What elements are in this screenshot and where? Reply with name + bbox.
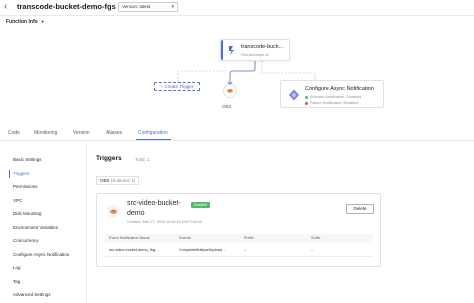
trigger-bucket-name[interactable]: src-video-bucket-demo <box>127 199 193 219</box>
page-header: ‹ transcode-bucket-demo-fgs Version: lat… <box>0 0 474 16</box>
function-node-accent <box>221 40 223 60</box>
status-badge: Enabled <box>191 202 210 208</box>
obs-logo-icon <box>110 209 117 214</box>
prefix-cell: -- <box>244 248 247 252</box>
table-header: Event Notification Name Events Prefix Su… <box>105 234 373 243</box>
sidebar-item-triggers[interactable]: Triggers <box>13 171 29 176</box>
sidebar-item-async-notification[interactable]: Configure Async Notification <box>13 252 69 257</box>
column-header: Event Notification Name <box>109 236 150 240</box>
back-arrow-icon[interactable]: ‹ <box>4 1 14 13</box>
function-node-sub: FunctionGraph v2 <box>241 53 269 57</box>
obs-trigger-node[interactable] <box>223 84 237 98</box>
async-failure-status: Failure Notification: Disabled <box>305 101 358 105</box>
page-title: transcode-bucket-demo-fgs <box>17 2 116 11</box>
functiongraph-icon <box>229 46 234 55</box>
suffix-cell: -- <box>311 248 314 252</box>
triggers-total: Total: 1 <box>135 157 150 162</box>
async-dashed-line <box>261 61 316 80</box>
async-notification-node[interactable]: Configure Async Notification Success Not… <box>280 80 384 108</box>
function-info-toggle[interactable]: Function Info ▼ <box>6 19 45 25</box>
version-select[interactable]: Version: latest ▾ <box>118 2 178 12</box>
async-notification-icon <box>289 89 299 101</box>
sidebar-active-indicator <box>9 170 10 178</box>
header-divider <box>0 15 474 16</box>
sidebar-item-disk-mounting[interactable]: Disk Mounting <box>13 211 42 216</box>
tab-configuration[interactable]: Configuration <box>138 130 168 136</box>
function-node-name: transcode-buck... <box>241 44 284 50</box>
async-failure-text: Failure Notification: Disabled <box>310 101 359 105</box>
async-success-status: Success Notification: Disabled <box>305 95 361 99</box>
table-row: src-video-bucket-demo_fhg... CompleteMul… <box>105 243 373 257</box>
connector-line <box>229 61 256 84</box>
tab-version[interactable]: Version <box>73 130 90 136</box>
sidebar-item-tag[interactable]: Tag <box>13 279 20 284</box>
version-select-value: Version: latest <box>122 4 151 9</box>
chevron-down-icon: ▾ <box>171 4 174 10</box>
function-diagram: transcode-buck... FunctionGraph v2 + Cre… <box>0 28 474 126</box>
sidebar-divider <box>86 143 87 303</box>
function-node[interactable]: transcode-buck... FunctionGraph v2 <box>220 39 290 61</box>
sidebar-item-advanced-settings[interactable]: Advanced Settings <box>13 292 51 297</box>
obs-section-tag: OBS (Subtotal: 1) <box>96 176 140 185</box>
tabs-divider <box>0 140 474 141</box>
sidebar-item-environment-variables[interactable]: Environment Variables <box>13 225 58 230</box>
obs-icon <box>227 89 233 93</box>
function-info-label: Function Info <box>6 19 38 25</box>
async-success-text: Success Notification: Disabled <box>310 95 362 99</box>
async-node-title: Configure Async Notification <box>305 86 374 92</box>
trigger-dashed-line <box>177 70 226 82</box>
success-dot-icon <box>305 95 308 99</box>
sidebar-item-permissions[interactable]: Permissions <box>13 184 38 189</box>
sidebar-item-basic-settings[interactable]: Basic Settings <box>13 157 42 162</box>
event-name-cell: src-video-bucket-demo_fhg... <box>109 248 159 252</box>
obs-section-label: OBS <box>100 178 110 183</box>
events-cell: CompleteMultipartUpload ... <box>179 248 227 252</box>
failure-dot-icon <box>305 101 308 105</box>
column-header: Prefix <box>244 236 254 240</box>
sidebar-item-vpc[interactable]: VPC <box>13 198 22 203</box>
tab-code[interactable]: Code <box>8 130 20 136</box>
obs-bucket-icon <box>107 205 120 218</box>
sidebar-item-concurrency[interactable]: Concurrency <box>13 238 39 243</box>
tab-monitoring[interactable]: Monitoring <box>34 130 57 136</box>
config-sidebar: Basic Settings Triggers Permissions VPC … <box>0 143 82 303</box>
tab-aliases[interactable]: Aliases <box>106 130 122 136</box>
delete-trigger-button[interactable]: Delete <box>346 204 374 214</box>
obs-node-label: OBS <box>222 104 232 109</box>
trigger-card: src-video-bucket-demo Enabled Created: M… <box>96 193 381 267</box>
event-notification-table: Event Notification Name Events Prefix Su… <box>105 234 373 257</box>
obs-section-count: (Subtotal: 1) <box>110 178 136 183</box>
create-trigger-button[interactable]: + Create Trigger <box>154 82 200 91</box>
trigger-created-time: Created: Mar 27, 2023 14:59:16 GMT+08:00 <box>127 220 203 224</box>
column-header: Suffix <box>311 236 321 240</box>
caret-down-icon: ▼ <box>40 19 45 24</box>
tab-bar: Code Monitoring Version Aliases Configur… <box>0 128 474 140</box>
triggers-heading: Triggers <box>96 155 122 162</box>
column-header: Events <box>179 236 191 240</box>
sidebar-item-log[interactable]: Log <box>13 265 21 270</box>
